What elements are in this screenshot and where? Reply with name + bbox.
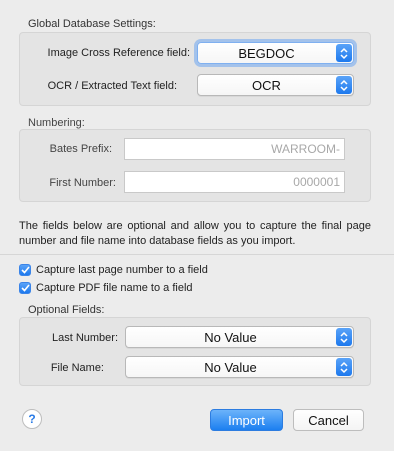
global-settings-title: Global Database Settings: [28, 18, 156, 30]
file-name-value: No Value [204, 359, 257, 375]
ocr-popup[interactable]: OCR [197, 74, 354, 96]
capture-pdf-name-label: Capture PDF file name to a field [36, 282, 193, 294]
capture-pdf-name-checkbox[interactable]: Capture PDF file name to a field [19, 282, 193, 294]
updown-arrows-icon [336, 76, 352, 94]
optional-fields-title: Optional Fields: [28, 304, 105, 316]
numbering-title: Numbering: [28, 117, 85, 129]
updown-arrows-icon [336, 328, 352, 346]
last-number-label: Last Number: [51, 332, 118, 344]
bates-prefix-label: Bates Prefix: [49, 143, 112, 155]
capture-last-page-label: Capture last page number to a field [36, 264, 208, 276]
ocr-value: OCR [252, 77, 281, 93]
cancel-button[interactable]: Cancel [293, 409, 364, 431]
optional-description: The fields below are optional and allow … [19, 220, 371, 247]
image-xref-value: BEGDOC [238, 45, 295, 61]
help-button[interactable]: ? [22, 409, 42, 429]
checkmark-icon [19, 282, 31, 294]
updown-arrows-icon [336, 358, 352, 376]
last-number-popup[interactable]: No Value [125, 326, 354, 348]
image-xref-label: Image Cross Reference field: [47, 47, 190, 59]
question-mark-icon: ? [28, 412, 36, 426]
divider [0, 254, 394, 255]
capture-last-page-checkbox[interactable]: Capture last page number to a field [19, 264, 208, 276]
ocr-label: OCR / Extracted Text field: [47, 80, 177, 92]
file-name-label: File Name: [50, 362, 104, 374]
first-number-field[interactable]: 0000001 [124, 171, 345, 193]
updown-arrows-icon [336, 44, 352, 62]
last-number-value: No Value [204, 329, 257, 345]
file-name-popup[interactable]: No Value [125, 356, 354, 378]
import-button[interactable]: Import [210, 409, 283, 431]
first-number-label: First Number: [49, 177, 116, 189]
bates-prefix-field[interactable]: WARROOM- [124, 138, 345, 160]
image-xref-popup[interactable]: BEGDOC [197, 42, 354, 64]
checkmark-icon [19, 264, 31, 276]
